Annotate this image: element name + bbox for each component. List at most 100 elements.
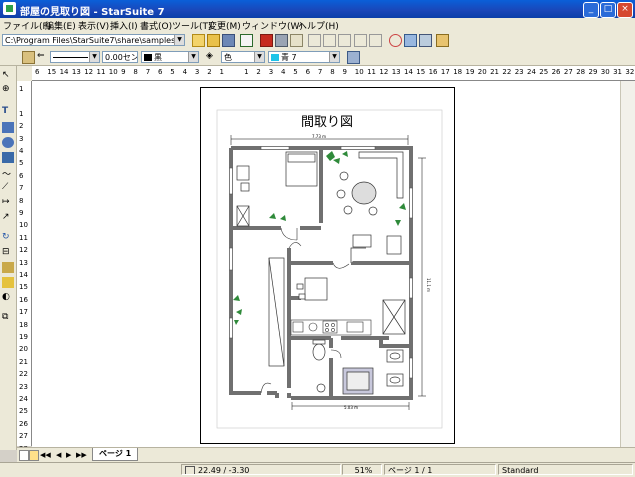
menu-file[interactable]: ファイル(F) — [3, 19, 51, 32]
url-combo[interactable]: C:\Program Files\StarSuite7\share\sample… — [2, 34, 185, 46]
hall-cabinet — [268, 257, 285, 367]
document-page[interactable]: 間取り図 7.73 m 11.1 m 5.03 m — [200, 87, 455, 444]
menu-view[interactable]: 表示(V) — [78, 19, 109, 32]
cursor-position: 22.49 / -3.30 — [181, 464, 341, 475]
vruler-tick: 4 — [19, 147, 24, 155]
vruler-tick: 14 — [19, 271, 28, 279]
undo-icon[interactable] — [354, 34, 367, 47]
chevron-down-icon[interactable]: ▼ — [174, 35, 184, 45]
scroll-first-icon[interactable]: ◀◀ — [40, 451, 51, 459]
ellipse-icon[interactable] — [2, 137, 14, 148]
fill-type-combo[interactable]: 色 ▼ — [221, 51, 265, 63]
vruler-tick: 22 — [19, 370, 28, 379]
text-tool-icon[interactable]: T — [2, 106, 14, 117]
hruler-tick: 10 — [108, 68, 118, 76]
curve-icon[interactable]: 〜 — [2, 167, 14, 180]
arrow-line-icon[interactable]: ↗ — [2, 212, 14, 223]
export-pdf-icon[interactable] — [260, 34, 273, 47]
3d-effects-icon[interactable]: ⧉ — [2, 312, 14, 323]
chevron-down-icon[interactable]: ▼ — [89, 52, 99, 62]
layer-view-icon[interactable] — [29, 450, 39, 461]
shadow-icon[interactable] — [347, 51, 360, 64]
app-icon — [3, 2, 16, 15]
dim-bottom-label: 5.03 m — [344, 405, 358, 410]
area-fill-icon[interactable]: ◈ — [206, 51, 219, 64]
vruler-tick: 9 — [19, 209, 24, 217]
arrow-style-icon[interactable]: ⇐ — [37, 51, 50, 64]
line-style-combo[interactable]: ▼ — [50, 51, 100, 63]
line-width-field[interactable]: 0.00セン — [102, 51, 138, 63]
menu-edit[interactable]: 編集(E) — [45, 19, 76, 32]
paste-icon[interactable] — [338, 34, 351, 47]
dimension-right: 11.1 m — [418, 157, 431, 397]
3d-object-icon[interactable] — [2, 152, 14, 163]
select-icon[interactable]: ↖ — [2, 70, 14, 81]
alignment-icon[interactable]: ⊟ — [2, 247, 14, 258]
hruler-tick: 5 — [170, 68, 175, 76]
rectangle-icon[interactable] — [2, 122, 14, 133]
kitchen-counter — [290, 319, 372, 336]
scroll-last-icon[interactable]: ▶▶ — [76, 451, 87, 459]
vruler-tick: 18 — [19, 320, 28, 329]
horizontal-ruler[interactable]: 6 15 14 13 12 11 10 9 8 7 6 5 4 3 2 1 1 2 3 4 5 6 7 8 9 10 11 12 13 1… — [32, 66, 635, 81]
walls — [229, 146, 413, 400]
scroll-next-icon[interactable]: ▶ — [66, 451, 71, 459]
fill-color-combo[interactable]: 青 7 ▼ — [268, 51, 340, 63]
menu-insert[interactable]: 挿入(I) — [110, 19, 138, 32]
menu-modify[interactable]: 変更(M) — [208, 19, 241, 32]
insert-icon[interactable] — [2, 277, 14, 288]
menu-help[interactable]: ヘルプ(H) — [298, 19, 339, 32]
connector-icon[interactable]: ↦ — [2, 197, 14, 208]
position-icon — [185, 466, 195, 474]
zoom-icon[interactable]: ⊕ — [2, 84, 14, 95]
hruler-tick: 7 — [145, 68, 151, 76]
hruler-tick: 9 — [121, 68, 126, 76]
rotate-icon[interactable]: ↻ — [2, 232, 14, 243]
effects-icon[interactable]: ◐ — [2, 292, 14, 303]
edit-file-icon[interactable] — [192, 34, 205, 47]
chevron-down-icon[interactable]: ▼ — [254, 52, 264, 62]
arrange-icon[interactable] — [2, 262, 14, 273]
spellcheck-icon[interactable] — [290, 34, 303, 47]
vertical-scrollbar[interactable] — [620, 81, 635, 447]
cut-icon[interactable] — [308, 34, 321, 47]
first-page-icon[interactable] — [19, 450, 29, 461]
print-icon[interactable] — [275, 34, 288, 47]
vruler-tick: 26 — [19, 419, 28, 428]
line-style-icon[interactable] — [22, 51, 35, 64]
edit-mode-icon[interactable] — [240, 34, 253, 47]
vruler-tick: 11 — [19, 233, 28, 242]
vruler-tick: 1 — [19, 109, 24, 118]
chevron-down-icon[interactable]: ▼ — [329, 52, 339, 62]
scroll-prev-icon[interactable]: ◀ — [56, 451, 61, 459]
copy-icon[interactable] — [323, 34, 336, 47]
menu-window[interactable]: ウィンドウ(W) — [242, 19, 303, 32]
line-color-combo[interactable]: 黒 ▼ — [141, 51, 199, 63]
plan-title: 間取り図 — [301, 115, 353, 130]
menu-tools[interactable]: ツール(T) — [172, 19, 212, 32]
tab-page-1[interactable]: ページ 1 — [92, 448, 139, 461]
menu-format[interactable]: 書式(O) — [140, 19, 172, 32]
chevron-down-icon[interactable]: ▼ — [188, 52, 198, 62]
dim-right-label: 11.1 m — [426, 278, 431, 292]
hruler-tick: 6 — [35, 68, 40, 76]
camera-icon[interactable] — [436, 34, 449, 47]
title-bar: 部屋の見取り図 - StarSuite 7 _ □ × — [0, 0, 635, 18]
zoom-level[interactable]: 51% — [342, 464, 382, 475]
line-tool-icon[interactable]: ⟋ — [2, 182, 14, 193]
vruler-tick: 17 — [19, 308, 28, 317]
open-folder-icon[interactable] — [207, 34, 220, 47]
datasource-icon[interactable] — [419, 34, 432, 47]
hruler-tick: 21 — [490, 68, 500, 76]
minimize-button[interactable]: _ — [583, 2, 599, 18]
close-button[interactable]: × — [617, 2, 633, 18]
hruler-tick: 20 — [477, 68, 487, 76]
navigator-icon[interactable] — [389, 34, 402, 47]
vertical-ruler[interactable]: 1 1 2 3 4 5 6 7 8 9 10 11 12 13 14 15 16 17 18 19 20 21 22 23 24… — [17, 81, 32, 453]
save-icon[interactable] — [222, 34, 235, 47]
maximize-button[interactable]: □ — [600, 2, 616, 18]
redo-icon[interactable] — [369, 34, 382, 47]
hruler-tick: 17 — [440, 68, 450, 76]
gallery-icon[interactable] — [404, 34, 417, 47]
drawing-toolbar: ↖ ⊕ T 〜 ⟋ ↦ ↗ ↻ ⊟ ◐ ⧉ — [0, 66, 17, 450]
